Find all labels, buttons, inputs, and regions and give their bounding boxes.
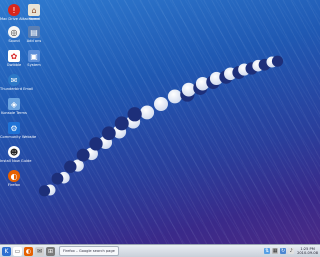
moon-phase [266, 55, 284, 68]
kde-menu-icon[interactable]: K [2, 246, 11, 256]
konsole-icon[interactable]: ◈ Konsole Terms [0, 98, 28, 115]
community-website-icon[interactable]: ⚙ Community Website [0, 122, 36, 139]
moon-phase [51, 171, 70, 185]
thunderbird-email-icon[interactable]: ✉ Thunderbird Email [0, 74, 33, 91]
updates-icon[interactable]: ↻ [280, 248, 287, 254]
add-ons-icon[interactable]: ▤ Add ons [20, 26, 48, 43]
desktop-switcher-icon[interactable]: ⊞ [46, 246, 55, 256]
moon-phase [38, 184, 56, 197]
taskbar-panel: K ▭ ◐ ✉ ⊞ Firefox – Google search page ⇅… [0, 244, 320, 257]
moon-phases-wallpaper [38, 55, 284, 197]
taskbar-item-firefox[interactable]: Firefox – Google search page [59, 246, 119, 256]
home-icon[interactable]: ⌂ Home [20, 4, 48, 21]
desktop[interactable]: ! Mac Drive Attachment ⌂ Home ◎ Sound ▤ … [0, 0, 320, 244]
network-icon[interactable]: ⇅ [264, 248, 271, 254]
clock[interactable]: 1:25 PM 2010-09-08 [297, 247, 318, 255]
install-guide-icon[interactable]: ☻ Install Now Guide [0, 146, 31, 163]
file-manager-icon[interactable]: ▭ [13, 246, 22, 256]
moon-phase [127, 105, 155, 122]
firefox-icon[interactable]: ◐ Firefox [0, 170, 28, 187]
clipboard-icon[interactable]: ▦ [272, 248, 279, 254]
mail-launcher-icon[interactable]: ✉ [35, 246, 44, 256]
moon-phase [64, 159, 84, 173]
moon-phase [154, 97, 168, 111]
system-icon[interactable]: ▣ System [20, 50, 48, 67]
firefox-launcher-icon[interactable]: ◐ [24, 246, 33, 256]
volume-icon[interactable]: ♪ [288, 248, 295, 254]
